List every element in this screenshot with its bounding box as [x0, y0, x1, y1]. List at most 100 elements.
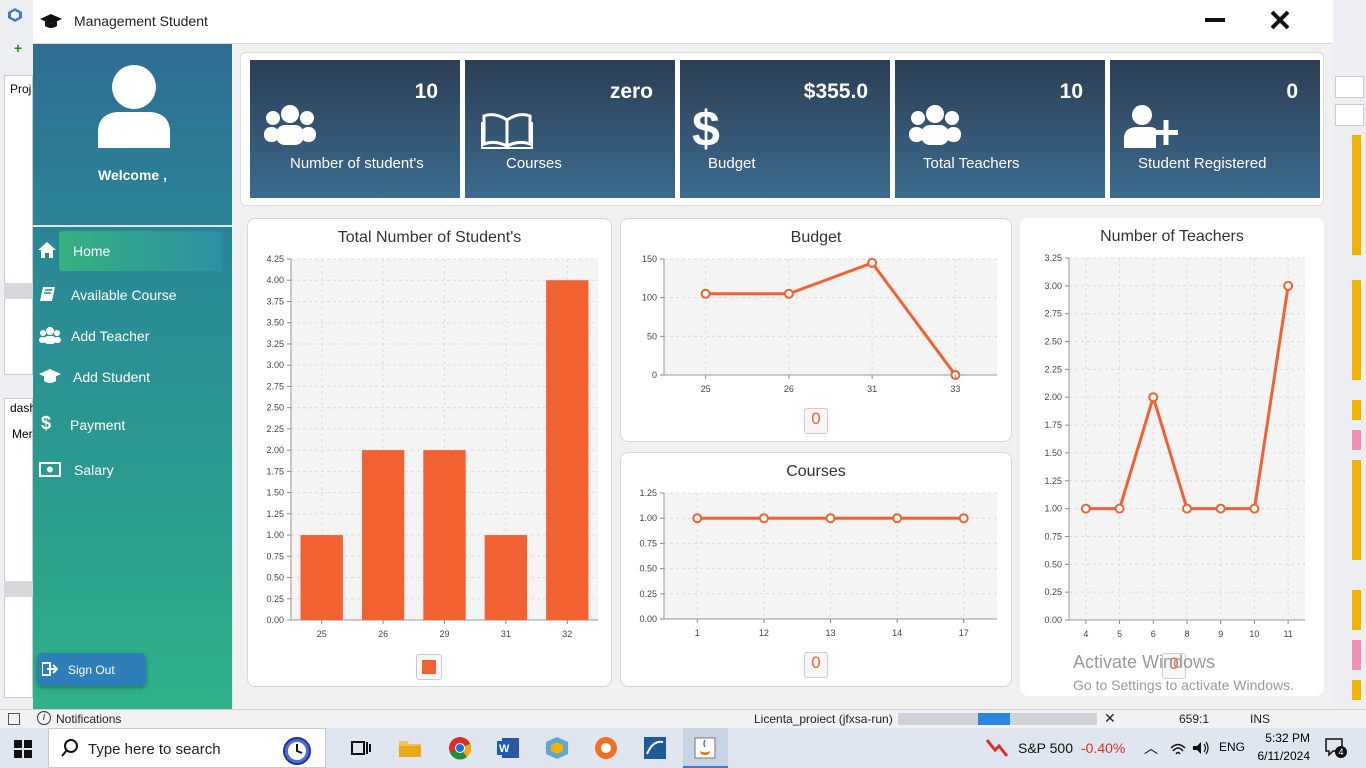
x-tick-label: 14 [892, 628, 902, 638]
card-value: 10 [414, 80, 438, 103]
chart-legend: 0 [804, 408, 828, 434]
card-students[interactable]: 10 Number of student's [250, 60, 460, 198]
legend-swatch [422, 660, 436, 674]
dashboard-panel: dash Mer [4, 398, 36, 698]
chrome-icon[interactable] [448, 736, 472, 760]
sidebar-item-home[interactable]: Home [33, 231, 232, 271]
y-tick-label: 150 [642, 254, 657, 264]
stock-name[interactable]: S&P 500 [1018, 740, 1073, 756]
data-point[interactable] [1148, 392, 1159, 403]
users-icon [39, 326, 61, 344]
y-tick-label: 0.25 [639, 589, 657, 599]
cancel-run-icon[interactable]: ✕ [1104, 710, 1116, 727]
language-indicator[interactable]: ENG [1219, 740, 1245, 754]
add-icon[interactable]: + [14, 40, 28, 56]
budget-chart-panel: Budget 0 50 100 150 25 26 31 33 0 [620, 218, 1012, 442]
virtualbox-icon[interactable] [545, 736, 569, 760]
windows-start-icon[interactable] [14, 740, 32, 758]
y-tick-label: 4.25 [266, 254, 284, 264]
sidebar-item-available-course[interactable]: Available Course [33, 275, 232, 315]
clock-widget-icon[interactable] [281, 731, 313, 767]
clock-date[interactable]: 6/11/2024 [1254, 749, 1311, 763]
y-tick-label: 3.25 [1044, 253, 1062, 263]
progress-fill [978, 713, 1010, 725]
chevron-up-icon[interactable]: ︿ [1144, 738, 1158, 758]
restore-panel-icon[interactable] [1335, 104, 1364, 126]
notification-center-icon[interactable]: 4 [1325, 738, 1347, 758]
restore-icon[interactable] [8, 713, 20, 725]
x-tick-label: 13 [825, 628, 835, 638]
card-courses[interactable]: zero Courses [465, 60, 675, 198]
minimize-button[interactable] [1205, 18, 1225, 22]
wifi-icon[interactable] [1170, 740, 1186, 756]
user-avatar-icon [95, 64, 173, 148]
sidebar-item-label: Payment [70, 417, 126, 433]
data-point[interactable] [692, 513, 703, 524]
card-teachers[interactable]: 10 Total Teachers [895, 60, 1105, 198]
card-label: Student Registered [1138, 155, 1267, 172]
x-tick-label: 31 [501, 629, 511, 639]
java-app-taskbar-button[interactable] [683, 728, 728, 768]
bar[interactable] [300, 535, 343, 620]
data-point[interactable] [758, 513, 769, 524]
members-tab[interactable]: Mer [12, 427, 33, 441]
y-tick-label: 2.25 [1044, 364, 1062, 374]
insert-mode: INS [1250, 712, 1271, 726]
divider [33, 225, 232, 227]
money-bill-icon [39, 460, 61, 478]
maximize-panel-icon[interactable] [1335, 76, 1364, 98]
ide-status-bar: i Notifications Licenta_proiect (jfxsa-r… [0, 709, 1366, 728]
sidebar-item-add-student[interactable]: Add Student [33, 357, 232, 397]
y-tick-label: 3.25 [266, 339, 284, 349]
x-tick-label: 32 [562, 629, 572, 639]
sign-out-button[interactable]: Sign Out [37, 653, 146, 686]
data-point[interactable] [1080, 503, 1091, 514]
data-point[interactable] [1182, 503, 1192, 514]
book-icon [39, 285, 57, 303]
word-icon[interactable]: W [496, 736, 520, 760]
task-view-icon[interactable] [349, 736, 373, 760]
notifications-label[interactable]: Notifications [56, 712, 121, 726]
chart-legend: 0 [804, 652, 828, 678]
data-point[interactable] [958, 513, 969, 524]
info-icon: i [37, 711, 51, 725]
user-plus-icon [1124, 104, 1180, 148]
taskbar-search-box[interactable]: Type here to search [48, 728, 326, 768]
card-student-registered[interactable]: 0 Student Registered [1110, 60, 1320, 198]
data-point[interactable] [892, 513, 903, 524]
volume-icon[interactable] [1192, 740, 1210, 756]
x-tick-label: 12 [759, 628, 769, 638]
x-tick-label: 25 [317, 629, 327, 639]
data-point[interactable] [783, 288, 794, 299]
bar[interactable] [484, 535, 528, 620]
x-tick-label: 11 [1283, 629, 1292, 639]
y-tick-label: 3.50 [266, 318, 284, 328]
dollar-icon: $ [41, 413, 52, 433]
file-explorer-icon[interactable] [398, 736, 422, 760]
y-tick-label: 0.50 [1044, 559, 1062, 569]
sidebar-item-salary[interactable]: Salary [33, 450, 232, 490]
card-budget[interactable]: $355.0 $ Budget [680, 60, 890, 198]
notification-count: 4 [1335, 746, 1347, 758]
data-point[interactable] [1283, 280, 1294, 291]
data-point[interactable] [700, 288, 711, 299]
data-point[interactable] [867, 257, 878, 268]
data-point[interactable] [1114, 503, 1125, 514]
y-tick-label: 1.25 [1044, 476, 1062, 486]
bar[interactable] [361, 450, 405, 620]
y-tick-label: 0.00 [266, 615, 284, 625]
data-point[interactable] [1249, 503, 1260, 514]
projects-tab[interactable]: Proj [10, 82, 31, 96]
data-point[interactable] [1215, 503, 1226, 514]
clock-time[interactable]: 5:32 PM [1256, 731, 1310, 745]
netbeans-icon[interactable] [594, 736, 618, 760]
bar[interactable] [546, 280, 589, 620]
title-bar: Management Student [33, 0, 1333, 44]
bar[interactable] [423, 450, 466, 620]
sidebar-item-add-teacher[interactable]: Add Teacher [33, 316, 232, 356]
data-point[interactable] [825, 513, 836, 524]
mysql-icon[interactable] [643, 736, 667, 760]
close-button[interactable] [1268, 8, 1292, 32]
x-tick-label: 31 [867, 384, 877, 394]
sidebar-item-payment[interactable]: $ Payment [33, 405, 232, 445]
